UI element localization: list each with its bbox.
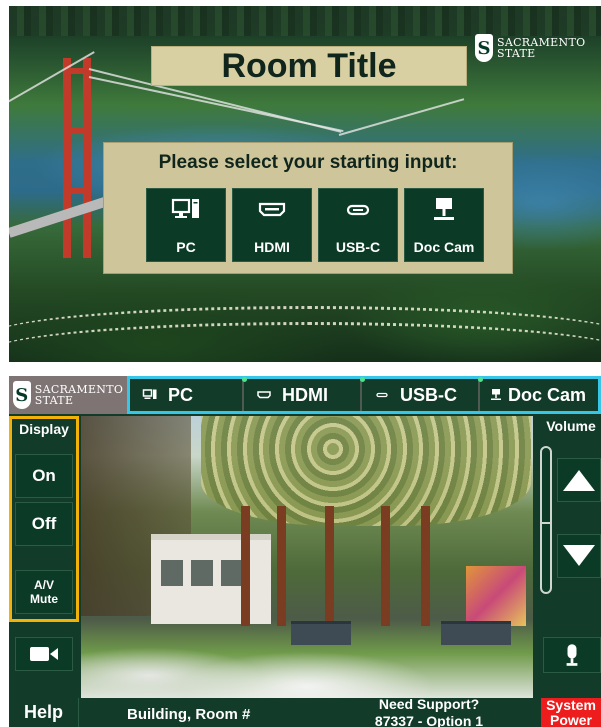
logo-wordmark: SACRAMENTO STATE [497,37,585,59]
display-label: Display [19,421,69,437]
source-tab-pc-label: PC [168,384,194,405]
active-indicator-dot [242,377,247,382]
start-input-pc-label: PC [176,239,196,255]
system-power-line-2: Power [549,712,592,727]
triangle-down-icon [563,545,595,566]
volume-down-button[interactable] [557,534,601,578]
volume-slider-thumb[interactable] [542,522,550,542]
active-indicator-dot [478,377,483,382]
logo-line-2: STATE [34,394,74,407]
bridge-tower-image [59,58,95,258]
triangle-up-icon [563,470,595,491]
system-power-line-1: System [546,698,596,713]
welcome-screen: S SACRAMENTO STATE Room Title Please sel… [9,6,601,362]
usb-c-icon [376,392,388,398]
sac-state-mark-icon-small: S [12,381,31,409]
source-tab-doc-cam-label: Doc Cam [508,384,587,405]
camera-button[interactable] [15,637,73,671]
footer-bar: Help Building, Room # Need Support? 8733… [9,696,601,727]
control-screen: S SACRAMENTO STATE PC HDMI USB-C Doc Cam… [9,376,601,727]
input-select-panel: Please select your starting input: PC HD… [103,142,513,274]
source-tab-hdmi[interactable]: HDMI [242,377,362,411]
photo-flowering-canopy [201,416,531,526]
start-input-hdmi-label: HDMI [254,239,290,255]
active-indicator-dot [360,377,365,382]
start-input-usb-c-button[interactable]: USB-C [318,188,398,262]
av-mute-label-line-1: A/V [33,578,54,592]
source-tab-pc[interactable]: PC [130,379,244,411]
source-tab-doc-cam[interactable]: Doc Cam [478,377,598,411]
hdmi-icon [257,391,271,399]
doc-cam-icon [434,198,454,220]
volume-slider[interactable] [540,446,552,594]
room-title: Room Title [221,46,397,85]
volume-label: Volume [546,418,596,434]
hdmi-icon [258,202,286,217]
doc-cam-icon [491,389,501,400]
pc-icon [171,198,199,218]
source-tab-hdmi-label: HDMI [282,384,328,405]
pc-icon [142,389,157,399]
usb-c-icon [346,204,370,216]
start-input-pc-button[interactable]: PC [146,188,226,262]
display-off-button[interactable]: Off [15,502,73,546]
room-title-banner: Room Title [151,46,467,86]
source-tab-usb-c-label: USB-C [400,384,457,405]
logo-wordmark-small: SACRAMENTO STATE [35,384,123,406]
sac-state-mark-icon: S [475,34,493,62]
source-tab-bar: PC HDMI USB-C Doc Cam [127,376,601,414]
support-line-1: Need Support? [378,696,480,712]
start-input-doc-cam-label: Doc Cam [413,239,475,255]
av-mute-button[interactable]: A/V Mute [15,570,73,614]
volume-up-button[interactable] [557,458,601,502]
display-on-button[interactable]: On [15,454,73,498]
microphone-icon [566,644,578,666]
background-treeline [9,6,601,36]
photo-building [151,534,271,624]
av-mute-label-line-2: Mute [30,592,58,606]
source-tab-usb-c[interactable]: USB-C [360,377,480,411]
start-input-hdmi-button[interactable]: HDMI [232,188,312,262]
sac-state-logo: S SACRAMENTO STATE [475,34,585,62]
video-camera-icon [30,647,58,661]
room-location: Building, Room # [127,706,251,723]
support-line-2: 87337 - Option 1 [374,713,484,727]
photo-mural [466,566,526,626]
system-power-button[interactable]: System Power [541,698,601,727]
microphone-button[interactable] [543,637,601,673]
support-info: Need Support? 87337 - Option 1 [329,696,529,727]
help-button[interactable]: Help [9,698,79,727]
sac-state-logo-small: S SACRAMENTO STATE [9,376,127,414]
start-input-usb-c-label: USB-C [335,239,381,255]
logo-line-2: STATE [497,47,536,60]
input-select-prompt: Please select your starting input: [158,152,458,173]
background-photo [81,416,533,698]
start-input-doc-cam-button[interactable]: Doc Cam [404,188,484,262]
